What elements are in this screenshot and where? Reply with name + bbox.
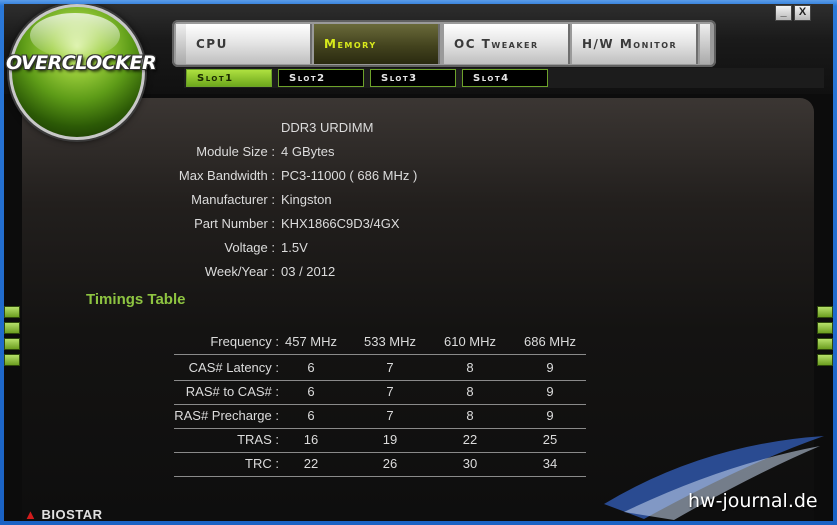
cas-latency-label: CAS# Latency : [188,360,279,375]
part-number-label: Part Number : [194,216,275,231]
tras-label: TRAS : [237,432,279,447]
tab-slot4[interactable]: Slot4 [462,69,548,87]
timings-table-title: Timings Table [86,291,186,308]
voltage-label: Voltage : [224,240,275,255]
module-size-value: 4 GBytes [281,144,335,159]
watermark: hw-journal.de [688,490,818,512]
week-year-label: Week/Year : [204,264,275,279]
biostar-logo-text: BIOSTAR [41,507,103,521]
tab-bar-left-cap [176,24,186,64]
table-cell: 9 [546,408,554,423]
week-year-value: 03 / 2012 [281,264,336,279]
max-bandwidth-label: Max Bandwidth : [178,168,275,183]
right-grip-handle[interactable] [817,322,833,334]
main-tabs: CPU Memory OC Tweaker H/W Monitor [172,20,716,67]
ras-precharge-label: RAS# Precharge : [174,408,279,423]
table-cell: 22 [462,432,478,447]
table-cell: 9 [546,360,554,375]
right-grip-handle[interactable] [817,354,833,366]
module-type: DDR3 URDIMM [281,120,374,135]
table-cell: 19 [382,432,398,447]
table-row: CAS# Latency : 6 7 8 9 [174,356,586,381]
minimize-button[interactable]: _ [775,5,792,21]
tab-cpu[interactable]: CPU [186,24,312,64]
table-cell: 6 [307,408,315,423]
table-cell: 7 [386,408,394,423]
table-cell: 7 [386,384,394,399]
tab-oc-tweaker[interactable]: OC Tweaker [444,24,570,64]
part-number-value: KHX1866C9D3/4GX [281,216,400,231]
table-row: RAS# Precharge : 6 7 8 9 [174,404,586,429]
table-cell: 25 [542,432,558,447]
right-grip-handle[interactable] [817,306,833,318]
left-grip-handle[interactable] [4,322,20,334]
tab-hw-monitor[interactable]: H/W Monitor [572,24,698,64]
table-row: RAS# to CAS# : 6 7 8 9 [174,380,586,405]
voltage-value: 1.5V [281,240,308,255]
table-row: TRAS : 16 19 22 25 [174,428,586,453]
right-grip-handle[interactable] [817,338,833,350]
table-cell: 8 [466,408,474,423]
table-cell: 9 [546,384,554,399]
table-cell: 8 [466,360,474,375]
table-cell: 34 [542,456,558,471]
left-grip-handle[interactable] [4,354,20,366]
table-cell: 22 [303,456,319,471]
left-grip-handle[interactable] [4,338,20,350]
table-row: TRC : 22 26 30 34 [174,452,586,477]
slot-tabs: Slot1 Slot2 Slot3 Slot4 [184,68,824,88]
manufacturer-value: Kingston [281,192,332,207]
tab-slot3[interactable]: Slot3 [370,69,456,87]
table-cell: 6 [307,360,315,375]
close-button[interactable]: X [794,5,811,21]
table-cell: 8 [466,384,474,399]
table-cell: 30 [462,456,478,471]
table-cell: 16 [303,432,319,447]
module-size-label: Module Size : [196,144,275,159]
app-logo-text: OVERCLOCKER [6,52,157,74]
ras-to-cas-label: RAS# to CAS# : [185,384,279,399]
manufacturer-label: Manufacturer : [191,192,275,207]
biostar-mark-icon: ▲ [24,507,38,521]
tab-slot1[interactable]: Slot1 [186,69,272,87]
left-grip-handle[interactable] [4,306,20,318]
tab-memory[interactable]: Memory [314,24,440,64]
tab-slot2[interactable]: Slot2 [278,69,364,87]
max-bandwidth-value: PC3-11000 ( 686 MHz ) [281,168,418,183]
trc-label: TRC : [245,456,279,471]
table-cell: 26 [382,456,398,471]
table-cell: 6 [307,384,315,399]
app-window: _ X OVERCLOCKER CPU Memory OC Tweaker H/… [0,0,837,525]
biostar-logo: ▲ BIOSTAR [24,507,103,521]
app-frame: _ X OVERCLOCKER CPU Memory OC Tweaker H/… [4,4,833,521]
timings-header-divider [174,330,586,355]
table-cell: 7 [386,360,394,375]
tab-bar-right-cap [700,24,710,64]
